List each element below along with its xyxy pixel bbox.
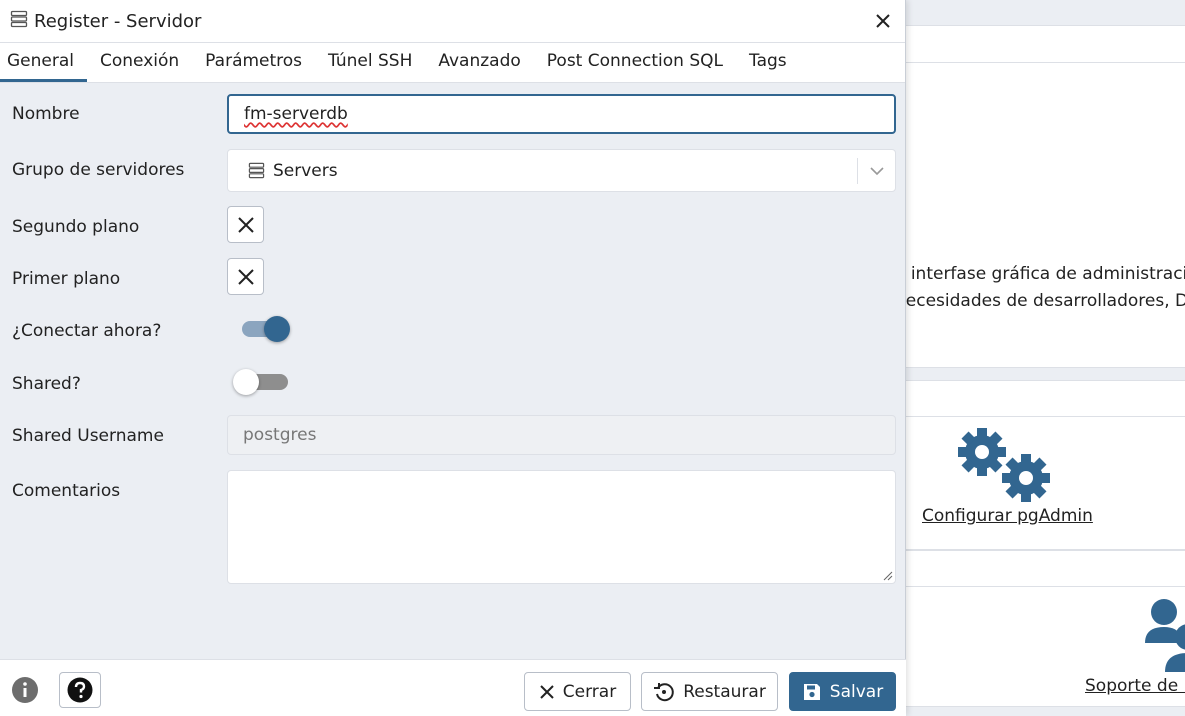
bg-panel-header-2 (900, 380, 1185, 417)
close-button[interactable]: Cerrar (524, 672, 631, 711)
tab-parameters[interactable]: Parámetros (192, 43, 315, 82)
bg-panel-header-1 (900, 25, 1185, 63)
server-group-select[interactable]: Servers (227, 149, 896, 192)
shared-username-label: Shared Username (12, 426, 164, 446)
shared-username-value: postgres (243, 425, 317, 445)
close-icon[interactable] (871, 9, 895, 33)
background-color-picker[interactable] (227, 206, 264, 243)
dialog-title: Register - Servidor (34, 10, 202, 32)
tab-tags[interactable]: Tags (736, 43, 800, 82)
dialog-footer: Cerrar Restaurar Salvar (0, 659, 906, 716)
name-label: Nombre (12, 104, 80, 124)
gears-icon (958, 428, 1053, 508)
info-icon (12, 677, 38, 703)
close-button-label: Cerrar (562, 681, 617, 702)
name-input-value: fm-serverdb (244, 104, 348, 124)
help-button[interactable] (59, 672, 101, 708)
bg-description-line-1: a interfase gráfica de administraci (895, 264, 1185, 284)
shared-username-input[interactable]: postgres (227, 415, 896, 455)
shared-label: Shared? (12, 374, 81, 394)
dialog-titlebar[interactable]: Register - Servidor (0, 0, 905, 43)
resize-handle-icon[interactable] (883, 571, 893, 581)
chevron-down-icon[interactable] (857, 158, 895, 184)
help-icon (67, 677, 93, 703)
server-icon (10, 10, 28, 33)
clear-icon (237, 216, 254, 233)
server-group-value: Servers (273, 160, 338, 181)
tab-advanced[interactable]: Avanzado (425, 43, 533, 82)
support-link[interactable]: Soporte de l (1085, 676, 1185, 696)
background-label: Segundo plano (12, 217, 140, 237)
tab-post-connection-sql[interactable]: Post Connection SQL (534, 43, 736, 82)
comments-textarea[interactable] (227, 470, 896, 584)
bg-panel-header-3 (900, 550, 1185, 587)
configure-pgadmin-link[interactable]: Configurar pgAdmin (922, 506, 1093, 526)
tab-ssh-tunnel[interactable]: Túnel SSH (315, 43, 425, 82)
save-icon (803, 683, 820, 700)
close-icon (540, 684, 554, 699)
reset-button-label: Restaurar (683, 681, 766, 702)
connect-now-toggle[interactable] (242, 314, 290, 344)
server-group-label: Grupo de servidores (12, 160, 185, 180)
users-icon (1143, 597, 1185, 677)
save-button-label: Salvar (829, 681, 884, 702)
register-server-dialog: Register - Servidor General Conexión Par… (0, 0, 906, 716)
reset-button[interactable]: Restaurar (641, 672, 778, 711)
tab-general[interactable]: General (0, 43, 87, 82)
connect-now-label: ¿Conectar ahora? (12, 321, 162, 341)
foreground-color-picker[interactable] (227, 258, 264, 295)
name-input[interactable]: fm-serverdb (227, 94, 896, 134)
shared-toggle[interactable] (233, 367, 290, 397)
server-group-icon (248, 162, 265, 179)
comments-label: Comentarios (12, 481, 121, 501)
foreground-label: Primer plano (12, 269, 121, 289)
clear-icon (237, 268, 254, 285)
bg-welcome-panel (900, 63, 1185, 368)
info-button[interactable] (4, 672, 46, 708)
dialog-tabs: General Conexión Parámetros Túnel SSH Av… (0, 43, 905, 83)
bg-description-line-2: necesidades de desarrolladores, D (895, 291, 1185, 311)
tab-connection[interactable]: Conexión (87, 43, 192, 82)
restore-icon (654, 682, 674, 701)
save-button[interactable]: Salvar (789, 672, 896, 711)
